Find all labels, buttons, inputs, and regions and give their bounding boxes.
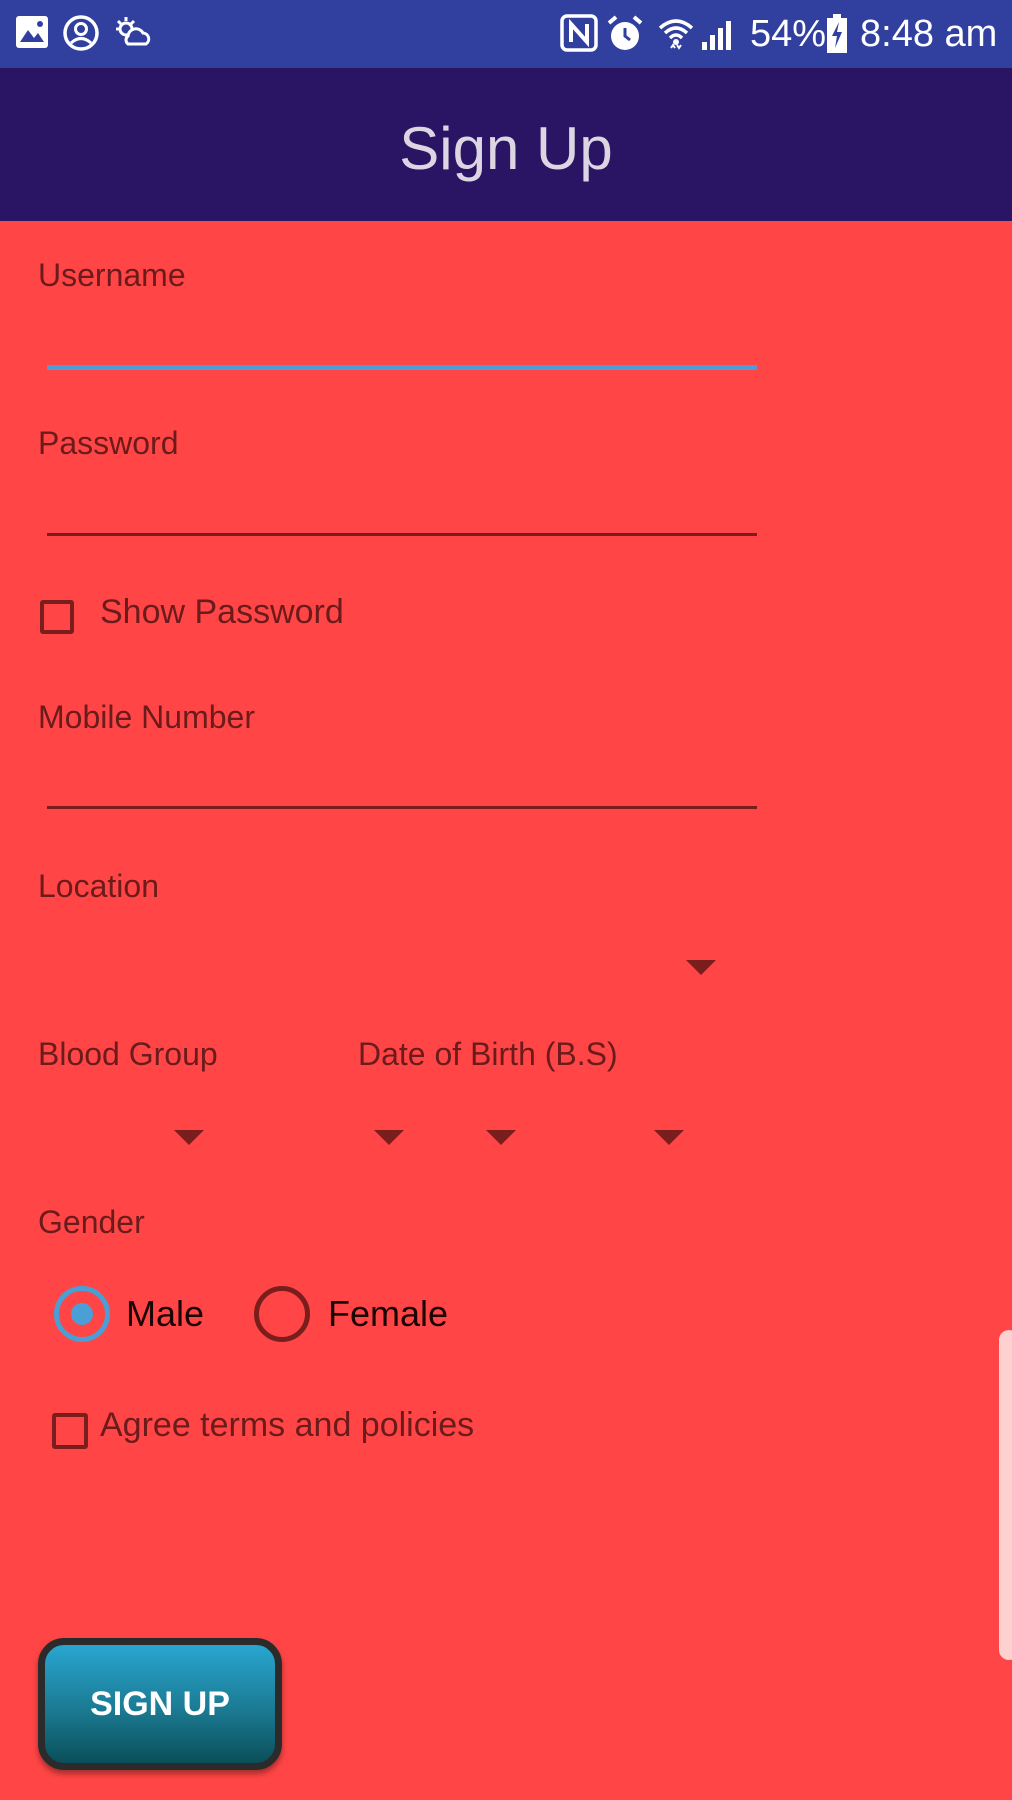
wifi-icon xyxy=(658,19,694,50)
password-field[interactable] xyxy=(47,476,757,532)
password-label: Password xyxy=(38,425,179,461)
radio-male[interactable] xyxy=(54,1286,110,1342)
account-circle-icon xyxy=(63,15,99,51)
chevron-down-icon xyxy=(486,1130,516,1145)
signal-icon xyxy=(702,21,731,50)
dob-year-spinner[interactable] xyxy=(358,1110,418,1160)
battery-charging-icon xyxy=(827,14,847,53)
blood-group-spinner[interactable] xyxy=(38,1110,218,1160)
username-field[interactable] xyxy=(47,308,757,364)
dob-label: Date of Birth (B.S) xyxy=(358,1036,618,1072)
location-spinner[interactable] xyxy=(38,940,728,990)
radio-male-label[interactable]: Male xyxy=(126,1292,204,1336)
agree-terms-label[interactable]: Agree terms and policies xyxy=(100,1405,474,1445)
agree-terms-checkbox[interactable] xyxy=(52,1413,88,1449)
username-label: Username xyxy=(38,257,186,293)
mobile-number-label: Mobile Number xyxy=(38,699,255,735)
mobile-number-field[interactable] xyxy=(47,750,757,806)
gallery-icon xyxy=(16,16,48,48)
dob-month-spinner[interactable] xyxy=(460,1110,540,1160)
username-underline xyxy=(47,365,757,370)
page-title: Sign Up xyxy=(399,115,613,182)
alarm-icon xyxy=(607,15,643,50)
mobile-number-underline xyxy=(47,806,757,809)
password-underline xyxy=(47,533,757,536)
show-password-checkbox[interactable] xyxy=(40,600,74,634)
chevron-down-icon xyxy=(686,960,716,975)
chevron-down-icon xyxy=(374,1130,404,1145)
blood-group-label: Blood Group xyxy=(38,1036,218,1072)
sign-up-button[interactable]: SIGN UP xyxy=(38,1638,282,1770)
gender-label: Gender xyxy=(38,1204,145,1240)
weather-icon xyxy=(116,17,151,46)
battery-percent: 54% xyxy=(750,13,827,55)
scrollbar-handle[interactable] xyxy=(999,1330,1012,1660)
radio-female[interactable] xyxy=(254,1286,310,1342)
status-bar: 54% 8:48 am xyxy=(0,0,1012,68)
chevron-down-icon xyxy=(654,1130,684,1145)
radio-dot xyxy=(71,1303,93,1325)
dob-day-spinner[interactable] xyxy=(580,1110,710,1160)
app-bar: Sign Up xyxy=(0,68,1012,221)
nfc-icon xyxy=(560,14,598,52)
clock: 8:48 am xyxy=(860,13,998,55)
radio-female-label[interactable]: Female xyxy=(328,1292,448,1336)
chevron-down-icon xyxy=(174,1130,204,1145)
location-label: Location xyxy=(38,868,159,904)
show-password-label[interactable]: Show Password xyxy=(100,592,344,632)
